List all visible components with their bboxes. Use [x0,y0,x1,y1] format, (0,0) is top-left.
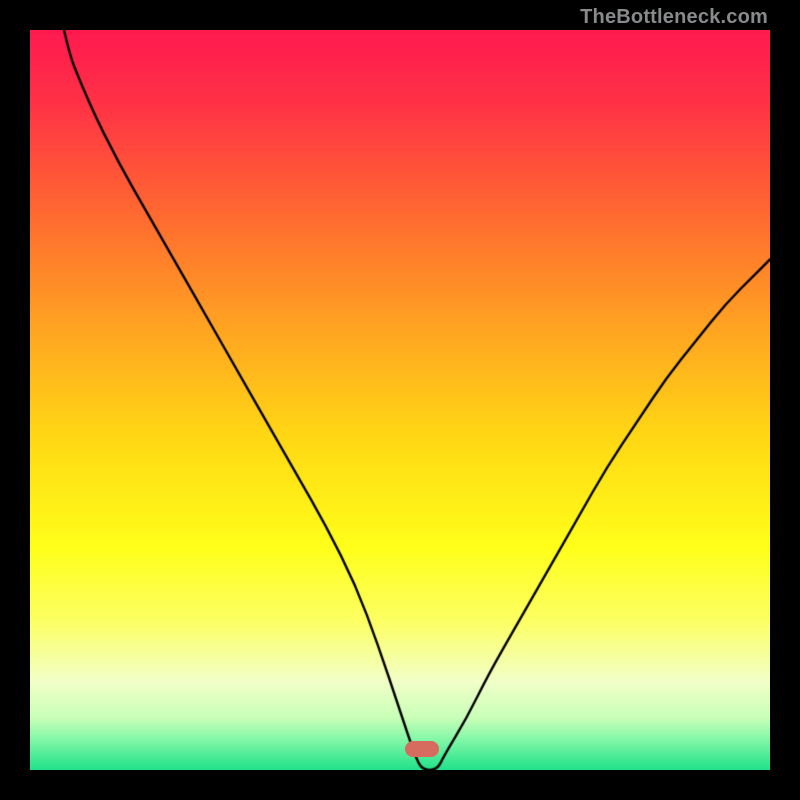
plot-area [30,30,770,770]
bottleneck-curve [30,30,770,770]
chart-frame: TheBottleneck.com [0,0,800,800]
optimal-marker [405,741,439,757]
watermark-text: TheBottleneck.com [580,6,768,29]
